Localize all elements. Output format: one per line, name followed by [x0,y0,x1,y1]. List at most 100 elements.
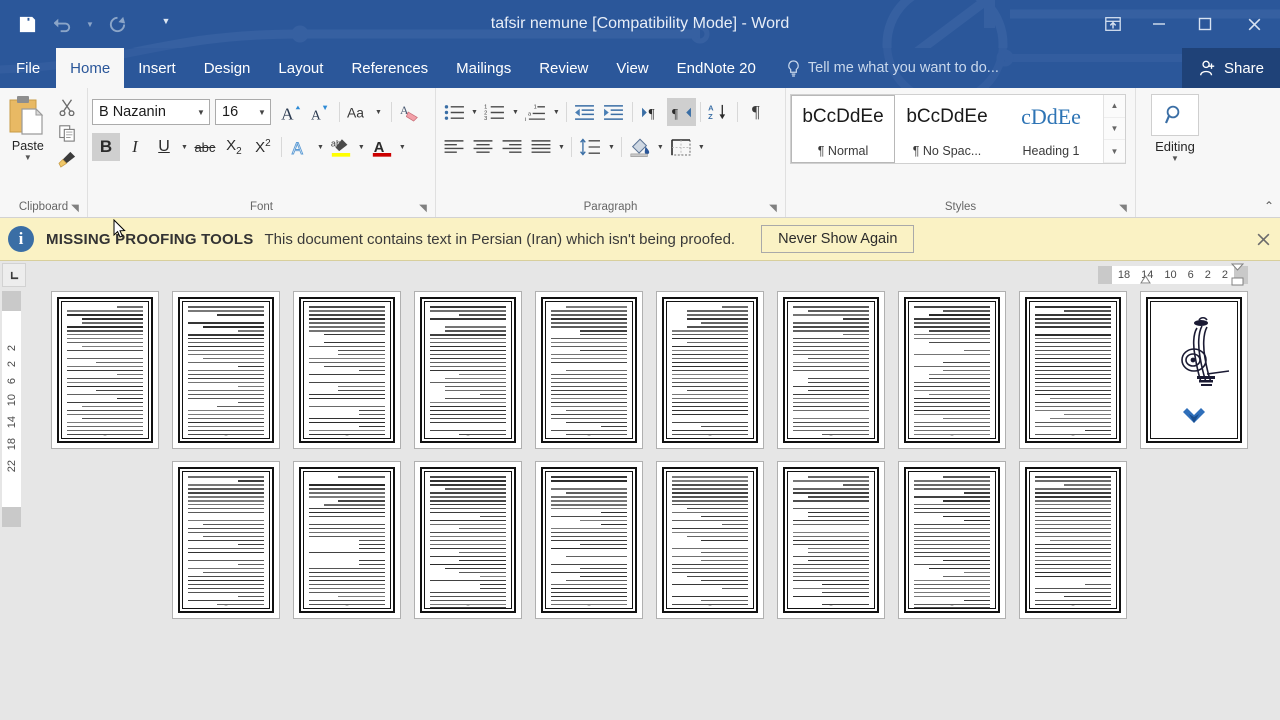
shrink-font-icon[interactable]: A [307,98,335,126]
page-thumbnail[interactable]: – [293,461,401,619]
font-color-dropdown-icon[interactable]: ▼ [397,144,408,151]
styles-more-icon[interactable]: ▼ [1104,140,1125,164]
horizontal-ruler-track[interactable]: 18 14 10 6 2 2 [1097,266,1248,284]
page-thumbnail[interactable]: – [656,291,764,449]
page-thumbnail[interactable]: – [293,291,401,449]
tell-me-search[interactable]: Tell me what you want to do... [770,48,1011,88]
styles-dialog-launcher-icon[interactable]: ◥ [1117,203,1129,215]
multilevel-dropdown-icon[interactable]: ▼ [551,109,562,116]
redo-icon[interactable] [100,7,134,41]
page-thumbnail[interactable]: – [414,291,522,449]
tab-review[interactable]: Review [525,48,602,88]
font-size-dropdown-icon[interactable]: ▼ [254,108,270,117]
decrease-indent-icon[interactable] [571,98,599,126]
change-case-dropdown-icon[interactable]: ▼ [373,109,384,116]
shading-dropdown-icon[interactable]: ▼ [655,144,666,151]
rtl-text-direction-icon[interactable]: ¶ [666,98,696,126]
borders-icon[interactable] [667,133,695,161]
undo-icon[interactable] [46,7,80,41]
tab-view[interactable]: View [602,48,662,88]
tab-endnote[interactable]: EndNote 20 [663,48,770,88]
font-name-input[interactable]: B Nazanin ▼ [92,99,210,125]
justify-icon[interactable] [527,133,555,161]
tab-file[interactable]: File [0,48,56,88]
ltr-text-direction-icon[interactable]: ¶ [637,98,666,126]
page-thumbnail[interactable]: – [898,461,1006,619]
format-painter-icon[interactable] [54,147,80,171]
tab-design[interactable]: Design [190,48,265,88]
styles-gallery-scroll[interactable]: ▲ ▼ ▼ [1103,95,1125,164]
style-no-spacing[interactable]: bCcDdEe ¶ No Spac... [895,95,999,163]
cover-page-thumbnail[interactable] [1140,291,1248,449]
superscript-icon[interactable]: X2 [249,133,277,161]
align-right-icon[interactable] [498,133,526,161]
tab-home[interactable]: Home [56,48,125,88]
numbering-icon[interactable]: 123 [481,98,509,126]
line-spacing-icon[interactable] [576,133,605,161]
never-show-again-button[interactable]: Never Show Again [761,225,915,253]
cut-icon[interactable] [54,95,80,119]
collapse-ribbon-icon[interactable]: ⌃ [1264,199,1274,213]
quick-access-toolbar[interactable]: ▼ ▼ [10,0,178,48]
text-effects-dropdown-icon[interactable]: ▼ [315,144,326,151]
left-tab-stop-icon[interactable] [2,263,26,287]
editing-button[interactable]: Editing ▼ [1149,94,1201,164]
grow-font-icon[interactable]: A [278,98,306,126]
page-thumbnail[interactable]: – [535,461,643,619]
paragraph-dialog-launcher-icon[interactable]: ◥ [767,203,779,215]
undo-dropdown-icon[interactable]: ▼ [82,7,98,41]
page-thumbnail[interactable]: – [535,291,643,449]
message-bar-close-icon[interactable] [1250,226,1276,252]
window-controls[interactable] [1090,0,1280,48]
page-thumbnail[interactable]: – [1019,461,1127,619]
font-name-dropdown-icon[interactable]: ▼ [193,108,209,117]
paste-dropdown-icon[interactable]: ▼ [24,153,32,163]
page-thumbnail[interactable]: – [172,461,280,619]
font-dialog-launcher-icon[interactable]: ◥ [417,203,429,215]
line-spacing-dropdown-icon[interactable]: ▼ [606,144,617,151]
styles-gallery[interactable]: bCcDdEe ¶ Normal bCcDdEe ¶ No Spac... cD… [790,94,1126,164]
underline-dropdown-icon[interactable]: ▼ [179,144,190,151]
subscript-icon[interactable]: X2 [220,133,248,161]
underline-icon[interactable]: U [150,133,178,161]
ribbon-tabs[interactable]: File Home Insert Design Layout Reference… [0,48,1280,88]
ribbon-display-options-icon[interactable] [1090,0,1136,48]
indent-markers[interactable] [1231,263,1244,287]
minimize-icon[interactable] [1136,0,1182,48]
page-thumbnail[interactable]: – [1019,291,1127,449]
font-size-input[interactable]: 16 ▼ [215,99,271,125]
clear-formatting-icon[interactable]: A [396,98,424,126]
styles-scroll-up-icon[interactable]: ▲ [1104,95,1125,118]
styles-scroll-down-icon[interactable]: ▼ [1104,118,1125,141]
strikethrough-icon[interactable]: abc [191,133,219,161]
page-thumbnail[interactable]: – [414,461,522,619]
text-effects-icon[interactable]: A [286,133,314,161]
highlight-dropdown-icon[interactable]: ▼ [356,144,367,151]
justify-dropdown-icon[interactable]: ▼ [556,144,567,151]
italic-icon[interactable]: I [121,133,149,161]
increase-indent-icon[interactable] [600,98,628,126]
editing-dropdown-icon[interactable]: ▼ [1171,154,1179,164]
tab-mailings[interactable]: Mailings [442,48,525,88]
bold-icon[interactable]: B [92,133,120,161]
first-line-indent-marker[interactable] [1140,275,1151,284]
clipboard-dialog-launcher-icon[interactable]: ◥ [69,203,81,215]
numbering-dropdown-icon[interactable]: ▼ [510,109,521,116]
multilevel-list-icon[interactable]: 1ai [522,98,550,126]
bullets-dropdown-icon[interactable]: ▼ [469,109,480,116]
customize-quick-access-toolbar-icon[interactable]: ▼ [154,7,178,41]
sort-icon[interactable]: AZ [705,98,733,126]
close-icon[interactable] [1228,0,1280,48]
page-thumbnail[interactable]: – [898,291,1006,449]
page-thumbnail[interactable]: – [777,461,885,619]
page-thumbnail[interactable]: – [51,291,159,449]
style-normal[interactable]: bCcDdEe ¶ Normal [791,95,895,163]
page-thumbnail[interactable]: – [777,291,885,449]
show-formatting-marks-icon[interactable]: ¶ [742,98,770,126]
copy-icon[interactable] [54,121,80,145]
page-thumbnail[interactable]: – [656,461,764,619]
paste-button[interactable]: Paste ▼ [4,92,52,163]
tab-insert[interactable]: Insert [124,48,190,88]
style-heading-1[interactable]: cDdEe Heading 1 [999,95,1103,163]
change-case-icon[interactable]: Aa ▼ [344,98,387,126]
